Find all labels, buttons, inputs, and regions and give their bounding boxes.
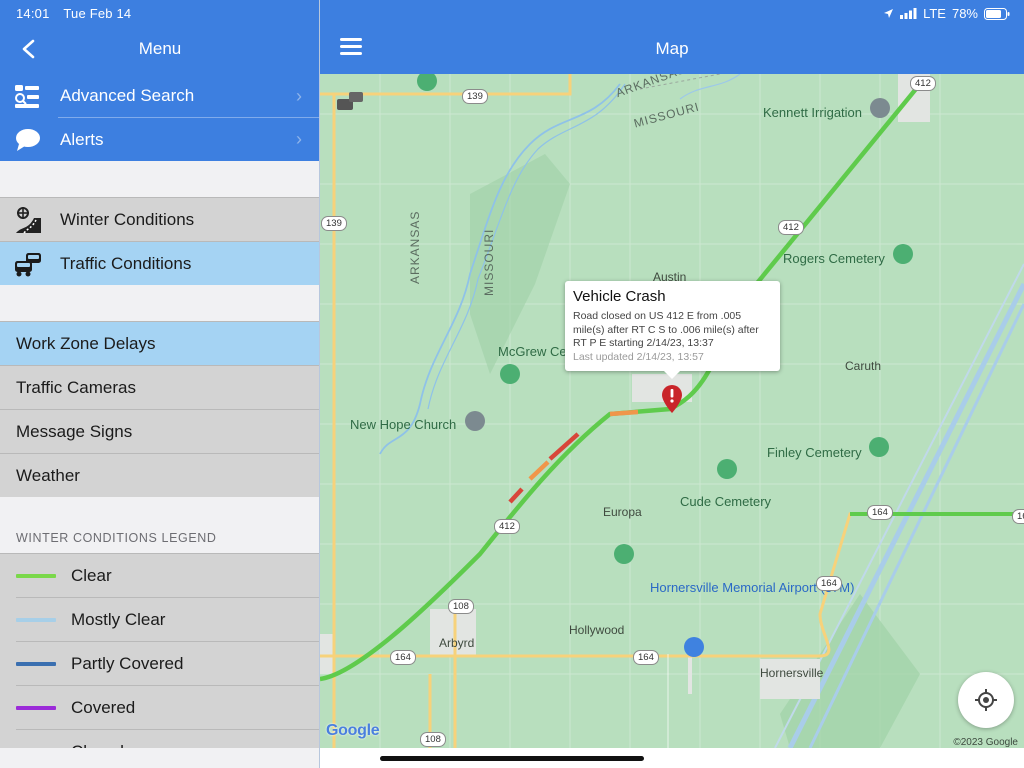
legend-label: Mostly Clear [71,610,166,629]
battery-icon [984,7,1010,20]
legend-swatch [16,706,56,710]
layer-label: Winter Conditions [60,209,195,229]
chevron-right-icon: › [296,129,302,149]
sidebar-menu: 14:01 Tue Feb 14 Menu Advanced Search › … [0,0,320,768]
route-shield: 139 [321,216,347,231]
status-time: 14:01 [16,6,50,21]
home-indicator[interactable] [380,756,644,761]
popup-tail [664,371,680,379]
status-date: Tue Feb 14 [63,6,132,21]
place-label: McGrew Ce [498,344,567,359]
status-bar-right: LTE 78% [883,6,1010,21]
place-label: Kennett Irrigation [763,105,863,120]
snowflake-road-icon [14,205,58,235]
map-panel: LTE 78% Map ARKANSAS MISSOURI ARKANSAS M… [320,0,1024,768]
map-title: Map [655,39,689,58]
toggle-label: Work Zone Delays [16,333,156,353]
advanced-search-icon [14,81,58,111]
route-shield: 412 [910,76,936,91]
legend-label: Covered [71,698,136,717]
legend-swatch [16,662,56,666]
toggle-traffic-cameras[interactable]: Traffic Cameras [0,366,319,409]
toggle-message-signs[interactable]: Message Signs [0,410,319,453]
menu-item-label: Alerts [60,129,104,149]
place-label: Hollywood [569,623,625,637]
layer-winter-conditions[interactable]: Winter Conditions [0,198,319,241]
place-label: Rogers Cemetery [783,251,885,266]
route-shield: 108 [420,732,446,747]
legend-heading: WINTER CONDITIONS LEGEND [16,531,217,545]
layer-traffic-conditions[interactable]: Traffic Conditions [0,242,319,285]
sidebar-title: Menu [138,39,182,58]
legend-item-mostly-clear: Mostly Clear [0,598,319,642]
place-label: Cude Cemetery [680,494,772,509]
legend-swatch [16,574,56,578]
incident-popup[interactable]: Vehicle Crash Road closed on US 412 E fr… [565,281,780,379]
google-wordmark: Google [326,722,380,739]
map-copyright: ©2023 Google [953,737,1018,748]
signal-bars-icon [900,8,917,19]
legend-item-covered: Covered [0,686,319,730]
toggle-label: Traffic Cameras [16,377,136,397]
legend-label: Partly Covered [71,654,184,673]
state-label: ARKANSAS [408,210,422,284]
place-label: Arbyrd [439,636,475,650]
place-label: Hornersville [760,666,824,680]
incident-updated: Last updated 2/14/23, 13:57 [573,350,704,363]
status-bar-left: 14:01 Tue Feb 14 [16,6,131,21]
crosshair-icon [975,689,997,711]
route-shield: 412 [778,220,804,235]
traffic-cars-icon [14,249,58,279]
route-shield: 164 [867,505,893,520]
locate-me-button[interactable] [958,672,1014,728]
toggle-weather[interactable]: Weather [0,454,319,497]
route-shield: 164 [390,650,416,665]
map-header: LTE 78% Map [320,0,1024,74]
route-shield: 164 [816,576,842,591]
incident-marker[interactable] [660,384,684,414]
place-label: Caruth [845,359,882,373]
menu-item-label: Advanced Search [60,86,195,105]
place-label: New Hope Church [350,417,457,432]
legend-item-clear: Clear [0,554,319,598]
legend-item-partly-covered: Partly Covered [0,642,319,686]
incident-description: Road closed on US 412 E from .005 mile(s… [573,310,759,349]
legend-swatch [16,618,56,622]
toggle-label: Weather [16,465,80,485]
battery-percent: 78% [951,6,978,21]
route-shield: 412 [494,519,520,534]
speech-bubble-icon [14,125,58,155]
place-label: Finley Cemetery [767,445,862,460]
network-type: LTE [923,6,946,21]
menu-item-advanced-search[interactable]: Advanced Search › [0,74,319,118]
menu-item-alerts[interactable]: Alerts › [0,118,319,161]
google-logo: Google [326,722,380,740]
sidebar-header: 14:01 Tue Feb 14 Menu [0,0,319,74]
map-canvas[interactable]: ARKANSAS MISSOURI ARKANSAS MISSOURI Kenn… [320,74,1024,748]
place-label: Hornersville Memorial Airport (37M) [650,580,855,595]
place-label: Europa [603,505,642,519]
toggle-label: Message Signs [16,421,133,441]
route-shield: 139 [462,89,488,104]
route-shield: 16 [1012,509,1024,524]
toggle-work-zone-delays[interactable]: Work Zone Delays [0,322,319,365]
state-label: MISSOURI [482,228,496,296]
alert-pin-icon [662,385,682,413]
incident-title: Vehicle Crash [573,288,666,305]
chevron-right-icon: › [296,85,302,106]
legend-label: Clear [71,566,112,585]
route-shield: 164 [633,650,659,665]
layer-label: Traffic Conditions [60,253,192,273]
route-shield: 108 [448,599,474,614]
sidebar-bottom-strip [0,748,319,768]
home-indicator-area [320,748,1024,768]
location-arrow-icon [884,9,894,18]
